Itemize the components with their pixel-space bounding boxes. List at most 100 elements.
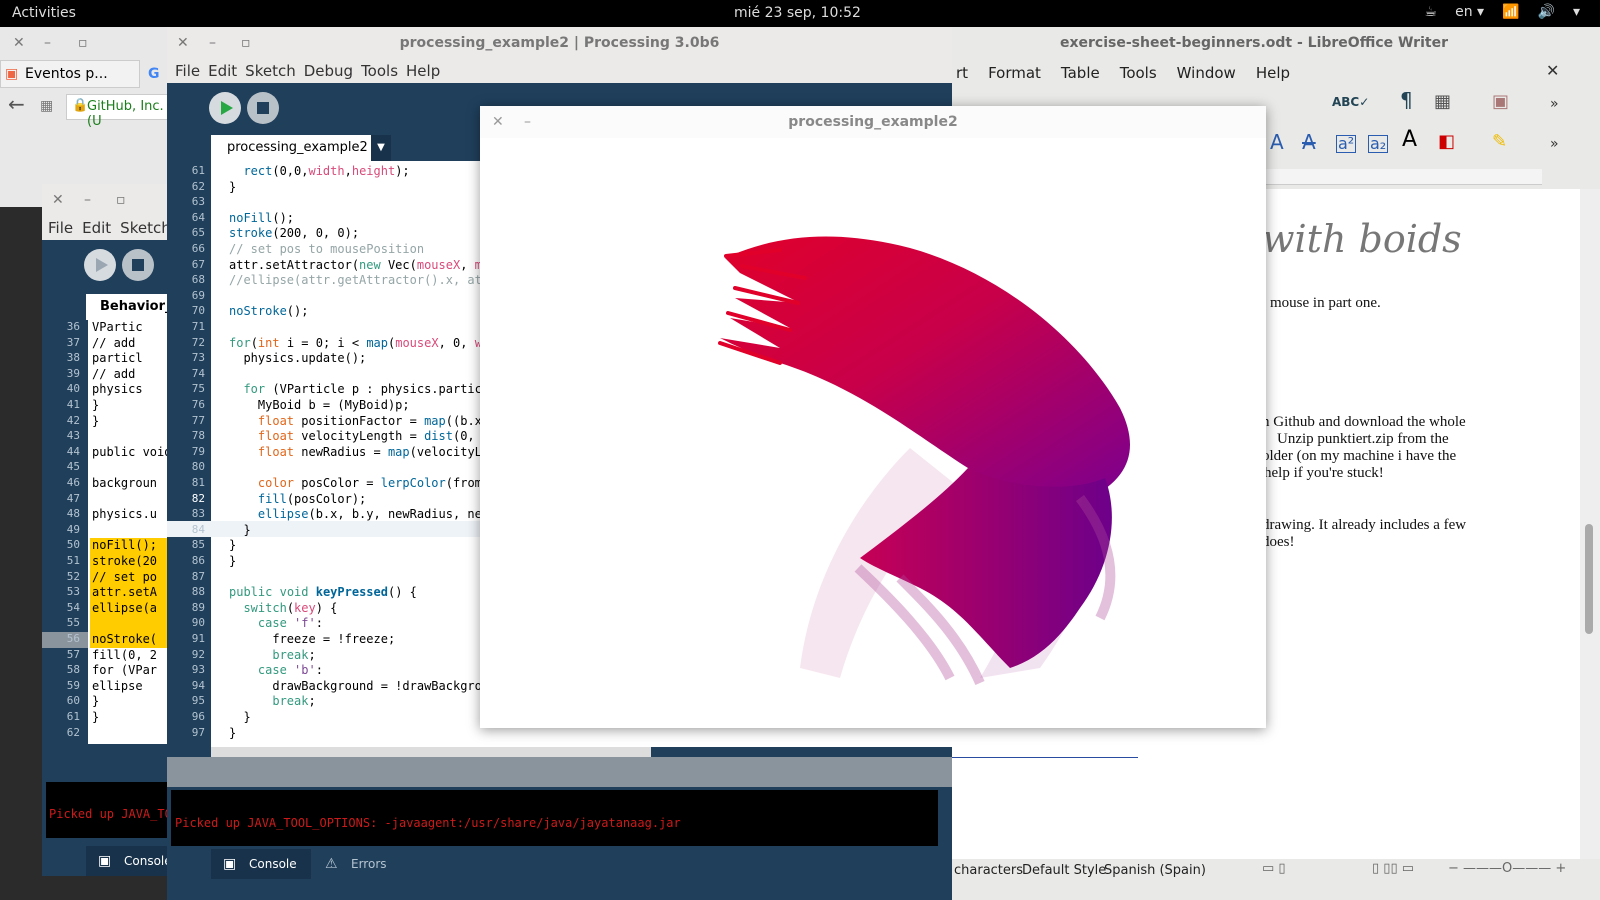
sketch-canvas[interactable]	[480, 138, 1266, 728]
code-line: }	[92, 694, 100, 709]
line-number: 71	[191, 320, 205, 333]
menu-item-tools[interactable]: Tools	[1120, 59, 1157, 87]
errors-tab[interactable]: ⚠ Errors	[313, 849, 403, 879]
menu-item-edit[interactable]: Edit	[82, 216, 111, 240]
page-style-status[interactable]: Default Style	[1022, 863, 1106, 878]
code-line: for (VParticle p : physics.particle	[243, 382, 497, 397]
font-color-icon[interactable]: A	[1402, 129, 1417, 151]
zoom-slider[interactable]: − ———O——— +	[1448, 861, 1566, 876]
sketch-tab[interactable]: Behavior_E	[86, 294, 170, 320]
code-line: case 'f':	[257, 616, 323, 631]
menu-item-debug[interactable]: Debug	[304, 59, 353, 83]
lock-icon: 🔒	[72, 98, 89, 113]
code-line: break;	[272, 647, 316, 662]
code-line: }	[229, 554, 237, 568]
minimize-icon[interactable]: –	[44, 36, 51, 50]
code-line: float velocityLength = dist(0, 0,	[257, 429, 497, 444]
menu-item-file[interactable]: File	[48, 216, 73, 240]
close-icon[interactable]: ✕	[52, 193, 64, 207]
toolbar-overflow-icon[interactable]: »	[1550, 97, 1559, 111]
line-number: 62	[191, 179, 205, 193]
wifi-icon[interactable]: 📶	[1502, 4, 1519, 20]
code-editor[interactable]: 36 VPartic 37 // add 38 particl 39 // add 40 phys…	[42, 320, 170, 744]
hyperlink-underline[interactable]	[952, 757, 1138, 758]
code-line: for (VPar	[92, 663, 158, 678]
code-line: MyBoid b = (MyBoid)p;	[229, 398, 410, 412]
mug-icon[interactable]: ☕	[1425, 4, 1438, 20]
menu-item-file[interactable]: File	[175, 59, 200, 83]
activities-button[interactable]: Activities	[12, 5, 76, 21]
tab-menu-arrow-icon[interactable]: ▼	[371, 135, 391, 161]
apps-grid-icon[interactable]: ▦	[40, 99, 53, 113]
menu-item-help[interactable]: Help	[1256, 59, 1290, 87]
menu-item-format-partial[interactable]: rt	[956, 59, 968, 87]
line-number: 67	[191, 257, 205, 271]
console-icon: ▣	[223, 856, 237, 872]
maximize-icon[interactable]: ▫	[116, 193, 126, 207]
word-count-status[interactable]: characters	[954, 863, 1023, 878]
browser-tab[interactable]: ▣ Eventos p...	[0, 60, 140, 88]
console-tab[interactable]: ▣ Console	[211, 849, 311, 879]
insert-image-icon[interactable]: ▣	[1492, 93, 1509, 111]
line-number: 96	[191, 710, 205, 723]
highlighter-icon[interactable]: ✎	[1492, 133, 1507, 151]
code-line: }	[229, 710, 251, 724]
menu-item-window[interactable]: Window	[1177, 59, 1236, 87]
page-view-icons[interactable]: ▯ ▯▯ ▭	[1372, 861, 1414, 876]
close-icon[interactable]: ✕	[13, 36, 25, 50]
superscript-icon[interactable]: a²	[1336, 135, 1357, 153]
volume-icon[interactable]: 🔊	[1538, 4, 1555, 20]
run-button[interactable]	[84, 249, 116, 281]
menu-item-tools[interactable]: Tools	[361, 59, 398, 83]
spellcheck-icon[interactable]: ABC✓	[1332, 95, 1369, 109]
menu-item-sketch[interactable]: Sketch	[120, 216, 170, 240]
stop-button[interactable]	[247, 92, 279, 124]
strikethrough-icon[interactable]: A	[1302, 132, 1316, 152]
menu-item-table[interactable]: Table	[1061, 59, 1100, 87]
code-line: float newRadius = map(velocityLen	[257, 444, 497, 459]
run-button[interactable]	[209, 92, 241, 124]
formatting-marks-icon[interactable]: ¶	[1400, 90, 1413, 110]
google-favicon-icon[interactable]: G	[148, 67, 160, 81]
url-bar[interactable]: 🔒 GitHub, Inc. (U	[66, 94, 170, 129]
line-number: 82	[191, 491, 205, 505]
menu-item-format[interactable]: Format	[988, 59, 1041, 87]
clock[interactable]: mié 23 sep, 10:52	[734, 5, 861, 21]
menu-item-help[interactable]: Help	[406, 59, 440, 83]
back-arrow-icon[interactable]: ←	[8, 94, 25, 114]
vertical-scrollbar[interactable]	[1580, 189, 1600, 859]
system-tray: ☕ en ▾ 📶 🔊 ▾	[1425, 4, 1580, 20]
text-underline-color-icon[interactable]: A	[1270, 132, 1284, 152]
maximize-icon[interactable]: ▫	[78, 36, 88, 50]
horizontal-ruler[interactable]	[1262, 169, 1542, 185]
code-line: VPartic	[92, 320, 143, 334]
close-document-icon[interactable]: ✕	[1546, 63, 1559, 79]
character-highlight-icon[interactable]: ◧	[1438, 133, 1455, 151]
menu-item-sketch[interactable]: Sketch	[245, 59, 296, 83]
subscript-icon[interactable]: a₂	[1368, 135, 1389, 153]
code-line: public void	[92, 444, 170, 459]
line-number: 60	[66, 694, 80, 708]
line-number: 46	[66, 476, 80, 489]
code-line: }	[92, 398, 100, 412]
code-line: backgroun	[92, 476, 158, 490]
window-title: exercise-sheet-beginners.odt - LibreOffi…	[1060, 35, 1448, 51]
line-number: 42	[66, 413, 80, 427]
line-number: 93	[191, 663, 205, 677]
minimize-icon[interactable]: –	[84, 193, 91, 207]
toolbar2-overflow-icon[interactable]: »	[1550, 137, 1559, 151]
menu-item-edit[interactable]: Edit	[208, 59, 237, 83]
insert-table-icon[interactable]: ▦	[1434, 93, 1451, 111]
console-tab[interactable]: ▣ Console	[86, 846, 170, 876]
scrollbar-thumb[interactable]	[1585, 524, 1593, 634]
language-indicator[interactable]: en ▾	[1455, 4, 1484, 20]
line-number: 76	[191, 398, 205, 411]
language-status[interactable]: Spanish (Spain)	[1104, 863, 1206, 878]
view-layout-icon[interactable]: ▭ ▯	[1262, 861, 1286, 876]
horizontal-scrollbar[interactable]	[211, 747, 651, 757]
stop-button[interactable]	[122, 249, 154, 281]
sketch-tab[interactable]: processing_example2	[211, 135, 391, 161]
battery-icon[interactable]: ▾	[1573, 4, 1580, 20]
window-title: processing_example2	[788, 114, 958, 130]
editor-console-divider[interactable]	[167, 757, 952, 787]
